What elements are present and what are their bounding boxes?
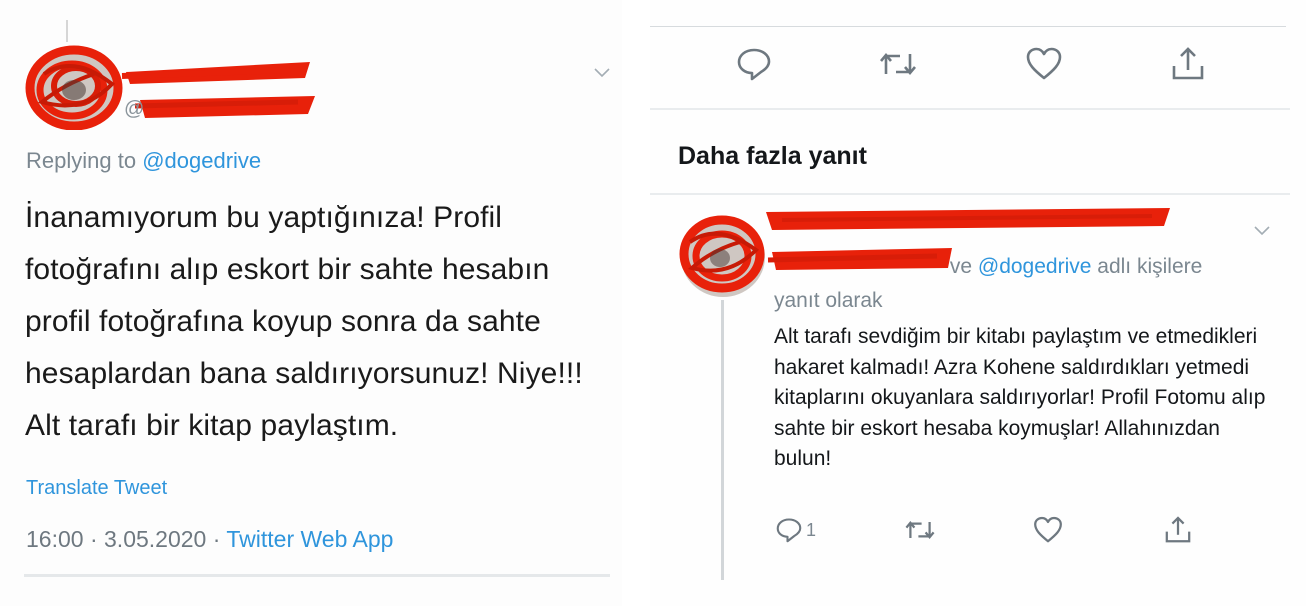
tweet-text: İnanamıyorum bu yaptığınıza! Profil foto…: [25, 201, 583, 442]
reply-count: 1: [806, 519, 817, 540]
divider: [650, 108, 1290, 110]
redacted-avatar[interactable]: [24, 44, 130, 130]
reply-to-suffix: adlı kişilere: [1097, 255, 1203, 278]
reply-to-fragment: ve: [949, 255, 973, 278]
redacted-avatar[interactable]: [678, 212, 768, 300]
replying-prefix: Replying to: [26, 148, 137, 173]
replying-to: ve @dogedrive adlı kişilere yanıt olarak: [774, 250, 1294, 318]
tweet-time: 16:00: [26, 526, 84, 552]
reply-icon[interactable]: [774, 515, 804, 545]
like-icon[interactable]: [1032, 514, 1064, 546]
meta-separator: ·: [212, 526, 221, 552]
replies-panel: Daha fazla yanıt ve @dogedrive adlı kişi…: [650, 0, 1306, 606]
meta-separator: ·: [89, 526, 98, 552]
replying-to: Replying to @dogedrive: [26, 148, 261, 174]
chevron-down-icon[interactable]: [1252, 222, 1272, 243]
divider: [650, 26, 1286, 27]
reply-icon[interactable]: [734, 44, 774, 84]
thread-connector-line: [721, 300, 724, 580]
like-icon[interactable]: [1024, 44, 1064, 84]
tweet-action-bar: [650, 44, 1290, 84]
redacted-name: [121, 62, 315, 118]
retweet-icon[interactable]: [904, 514, 936, 546]
mention-link[interactable]: @dogedrive: [978, 255, 1092, 278]
tweet-meta: 16:00 · 3.05.2020 · Twitter Web App: [26, 526, 393, 553]
reply-action-bar: 1: [774, 514, 1274, 550]
handle-fragment: @: [124, 98, 145, 120]
translate-tweet-link[interactable]: Translate Tweet: [26, 477, 167, 500]
retweet-icon[interactable]: [878, 44, 918, 84]
mention-link[interactable]: @dogedrive: [142, 148, 261, 173]
chevron-down-icon[interactable]: [592, 64, 612, 85]
original-tweet-panel: @ Replying to @dogedrive İnanamıyorum bu…: [0, 0, 622, 606]
divider: [650, 193, 1290, 195]
reply-text: Alt tarafı sevdiğim bir kitabı paylaştım…: [774, 325, 1266, 470]
divider: [24, 574, 610, 577]
more-replies-heading: Daha fazla yanıt: [678, 142, 867, 170]
share-icon[interactable]: [1162, 514, 1194, 546]
reply-action[interactable]: 1: [774, 514, 816, 546]
tweet-date: 3.05.2020: [104, 526, 207, 552]
source-app-link[interactable]: Twitter Web App: [226, 526, 393, 552]
reply-to-suffix-2: yanıt olarak: [774, 289, 883, 312]
thread-connector-line: [66, 20, 68, 42]
share-icon[interactable]: [1168, 44, 1208, 84]
